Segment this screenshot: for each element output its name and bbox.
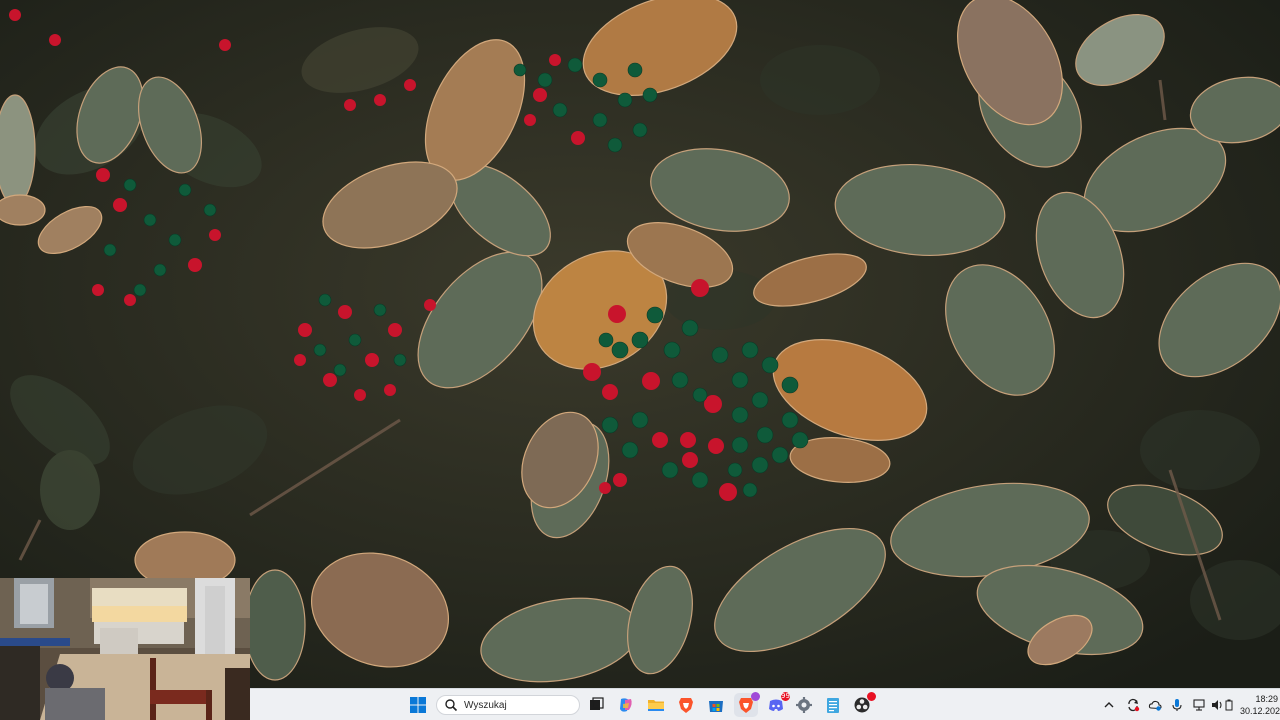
tray-cloud[interactable]: [1148, 698, 1162, 712]
search-placeholder: Wyszukaj: [464, 699, 507, 711]
taskbar-search-box[interactable]: Wyszukaj: [436, 695, 580, 715]
microphone-icon: [1172, 699, 1182, 711]
task-view-button[interactable]: [584, 693, 608, 717]
taskbar: Wyszukaj 99 18:29 30.12.202: [250, 688, 1280, 720]
notification-badge: [751, 692, 760, 701]
settings-button[interactable]: [792, 693, 816, 717]
clock-time: 18:29: [1255, 694, 1278, 704]
tray-volume[interactable]: [1210, 698, 1224, 712]
cloud-icon: [1148, 700, 1162, 711]
tray-battery[interactable]: [1224, 698, 1234, 712]
brave-active-button[interactable]: [734, 692, 760, 717]
microsoft-store-icon: [709, 701, 723, 712]
recording-indicator-badge: [867, 692, 876, 701]
copilot-button[interactable]: [614, 693, 638, 717]
brave-browser-icon: [679, 698, 693, 713]
clock-date: 30.12.2025: [1240, 706, 1280, 716]
search-icon: [445, 699, 458, 712]
notepad-button[interactable]: [821, 693, 845, 717]
brave-button[interactable]: [674, 693, 698, 717]
file-explorer-icon: [648, 700, 664, 711]
battery-icon: [1225, 699, 1233, 711]
settings-icon: [796, 697, 812, 713]
notepad-icon: [827, 698, 839, 713]
show-hidden-icons-button[interactable]: [1102, 698, 1116, 712]
network-icon: [1193, 699, 1205, 711]
microsoft-store-button[interactable]: [704, 693, 728, 717]
obs-studio-button[interactable]: [850, 692, 876, 717]
windows-start-icon: [410, 697, 426, 713]
task-view-icon: [590, 697, 604, 710]
webcam-preview[interactable]: [0, 578, 250, 720]
start-button[interactable]: [406, 693, 430, 717]
chevron-up-icon: [1104, 702, 1114, 708]
volume-icon: [1212, 700, 1222, 710]
webcam-feed: [0, 578, 250, 720]
file-explorer-button[interactable]: [644, 693, 668, 717]
tray-microphone[interactable]: [1170, 698, 1184, 712]
discord-badge: 99: [781, 692, 790, 701]
tray-sync[interactable]: [1126, 698, 1140, 712]
discord-button[interactable]: 99: [764, 692, 790, 717]
tray-network[interactable]: [1192, 698, 1206, 712]
copilot-icon: [620, 698, 632, 712]
system-clock[interactable]: 18:29 30.12.2025: [1240, 693, 1280, 717]
sync-icon: [1128, 698, 1140, 712]
